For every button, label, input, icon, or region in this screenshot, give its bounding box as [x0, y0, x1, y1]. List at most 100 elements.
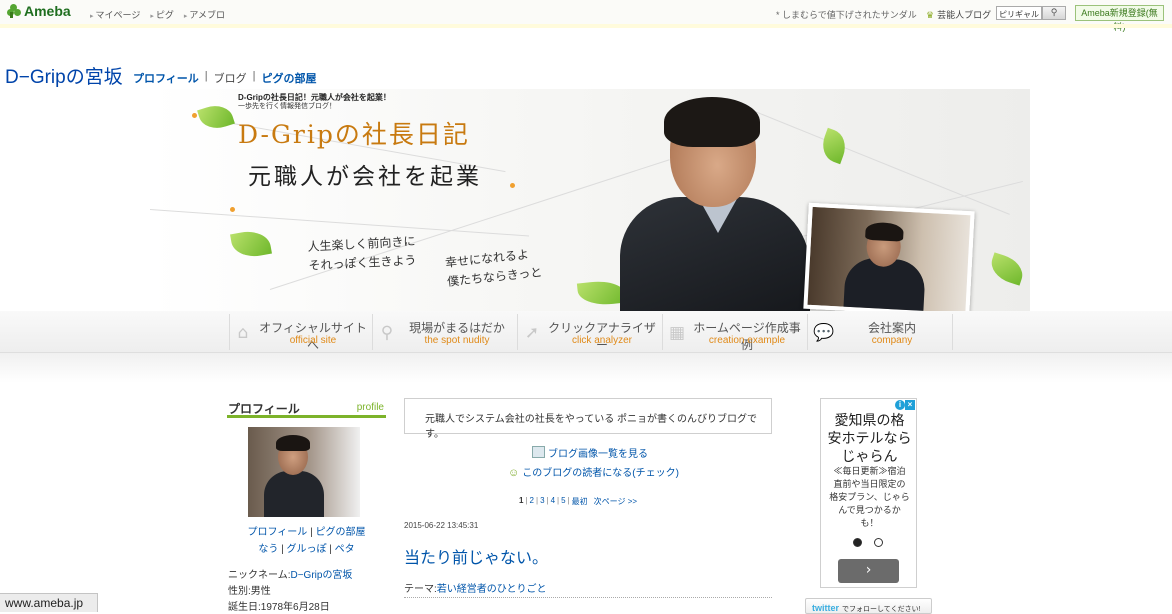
theme-label: テーマ:: [404, 584, 437, 595]
become-reader-link[interactable]: このブログの読者になる(チェック): [508, 464, 679, 479]
profile-heading-en: profile: [356, 402, 384, 413]
nav-item-sublabel: official site: [289, 335, 337, 346]
nickname-link[interactable]: D−Gripの宮坂: [290, 570, 352, 581]
header-notice[interactable]: * しまむらで値下げされたサンダル: [776, 8, 917, 21]
nickname-row: ニックネーム:D−Gripの宮坂: [228, 566, 352, 581]
blog-banner: D-Gripの社長日記！元職人が会社を起業！ 一歩先を行く情報発信ブログ！ D-…: [150, 89, 1030, 311]
nav-click-analyzer[interactable]: ➚ クリックアナライザー click analyzer: [519, 314, 663, 352]
separator: |: [204, 70, 208, 82]
ad-body-line2: 直前や当日限定の: [833, 479, 906, 489]
nav-item-sublabel: company: [871, 335, 913, 346]
nav-pig[interactable]: ピグ: [150, 8, 174, 21]
ad-next-button[interactable]: ›: [838, 559, 899, 583]
ameba-nav: マイページ ピグ アメブロ: [90, 8, 225, 21]
ameba-logo-text: Ameba: [24, 3, 71, 19]
profile-links-row1: プロフィール | ピグの部屋: [227, 523, 386, 538]
leaf-decoration: [817, 127, 851, 165]
ameba-header-bar: Ameba マイページ ピグ アメブロ * しまむらで値下げされたサンダル 芸能…: [0, 0, 1172, 32]
banner-handwriting-2: 幸せになれるよ 僕たちならきっと: [444, 244, 543, 292]
ad-body-line4: んで見つかるか: [838, 505, 901, 515]
ad-headline-line1: 愛知県の格: [834, 412, 905, 428]
banner-handwriting-1: 人生楽しく前向きに それっぽく生きよう: [307, 232, 417, 276]
blog-link[interactable]: ブログ: [214, 70, 247, 86]
ad-headline-line3: じゃらん: [841, 448, 898, 464]
search-icon: ⚲: [1050, 8, 1058, 18]
nav-mypage[interactable]: マイページ: [90, 8, 141, 21]
nav-creation-example[interactable]: ▦ ホームページ作成事例 creation example: [664, 314, 808, 352]
register-button[interactable]: Ameba新規登録(無料): [1075, 5, 1164, 32]
banner-tagline-sub: 一歩先を行く情報発信ブログ！: [238, 103, 336, 110]
carousel-dot-active[interactable]: [853, 538, 862, 547]
nav-ameblo[interactable]: アメブロ: [184, 8, 225, 21]
grid-icon: ▦: [668, 323, 686, 343]
page-next[interactable]: 次ページ >>: [594, 496, 637, 507]
ad-close-icon[interactable]: ×: [905, 400, 915, 410]
celebrity-blog-link[interactable]: 芸能人ブログ: [926, 8, 991, 21]
post-theme: テーマ:若い経営者のひとりごと: [404, 580, 772, 598]
home-icon: ⌂: [237, 323, 249, 343]
nav-item-sublabel: the spot nudity: [424, 335, 490, 346]
profile-links-row2: なう | グルっぽ | ペタ: [227, 540, 386, 555]
ad-headline: 愛知県の格 安ホテルなら じゃらん: [821, 411, 918, 465]
page-1: 1: [519, 496, 524, 505]
banner-title: D-Gripの社長日記: [238, 120, 470, 149]
leaf-decoration: [987, 252, 1027, 286]
nav-item-sublabel: click analyzer: [571, 335, 633, 346]
gender-row: 性別:男性: [228, 586, 271, 597]
carousel-dot[interactable]: [874, 538, 883, 547]
page-5[interactable]: 5: [561, 496, 565, 507]
nav-spot-nudity[interactable]: ⚲ 現場がまるはだか the spot nudity: [374, 314, 518, 350]
ad-body-line3: 格安プラン、じゃら: [829, 492, 910, 502]
profile-heading: プロフィール profile: [227, 400, 386, 418]
pig-room-link[interactable]: ピグの部屋: [315, 527, 365, 538]
post-date: 2015-06-22 13:45:31: [404, 521, 479, 530]
pagination: 1 | 2 | 3 | 4 | 5 | 最初 次ページ >>: [519, 496, 638, 507]
theme-link[interactable]: 若い経営者のひとりごと: [437, 584, 547, 595]
browser-status-bar: www.ameba.jp: [0, 593, 98, 612]
profile-link[interactable]: プロフィール: [133, 70, 199, 86]
ad-body-line1: ≪毎日更新≫宿泊: [833, 466, 906, 476]
ameba-logo[interactable]: Ameba: [7, 3, 71, 19]
blog-header-links: プロフィール | ブログ | ピグの部屋: [133, 70, 317, 86]
profile-link[interactable]: プロフィール: [248, 527, 308, 538]
nav-item-label: 会社案内: [867, 321, 916, 335]
leaf-decoration: [230, 227, 272, 261]
banner-subtitle: 元職人が会社を起業: [248, 164, 482, 190]
pig-room-link[interactable]: ピグの部屋: [262, 70, 317, 86]
blog-description: 元職人でシステム会社の社長をやっている ポニョが書くのんびりブログです。: [404, 398, 772, 440]
nav-item-sublabel: creation example: [708, 335, 786, 346]
speech-bubble-icon: 💬: [813, 323, 835, 343]
nav-official-site[interactable]: ⌂ オフィシャルサイトへ official site: [229, 314, 373, 352]
ad-body-line5: も！: [860, 518, 879, 528]
avatar[interactable]: [248, 427, 360, 517]
nav-item-label: 現場がまるはだか: [409, 321, 505, 335]
leaf-decoration: [197, 100, 235, 134]
page-last[interactable]: 最初: [572, 496, 588, 507]
page-2[interactable]: 2: [530, 496, 534, 507]
now-link[interactable]: なう: [258, 544, 278, 555]
ad-headline-line2: 安ホテルなら: [827, 430, 912, 446]
banner-polaroid-photo: [803, 202, 975, 311]
clover-icon: [7, 4, 21, 18]
ad-info-icon[interactable]: i: [895, 400, 905, 410]
nickname-label: ニックネーム:: [228, 570, 291, 581]
image-list-link[interactable]: ブログ画像一覧を見る: [532, 445, 648, 460]
banner-person-photo: [620, 97, 810, 311]
separator: |: [252, 70, 256, 82]
nav-company[interactable]: 💬 会社案内 company: [809, 314, 953, 350]
birthday-row: 誕生日:1978年6月28日: [228, 602, 330, 613]
ad-banner[interactable]: i × 愛知県の格 安ホテルなら じゃらん ≪毎日更新≫宿泊 直前や当日限定の …: [820, 398, 917, 588]
post-title[interactable]: 当たり前じゃない。: [404, 544, 548, 568]
peta-link[interactable]: ペタ: [335, 544, 355, 555]
nav-shadow-strip: [0, 353, 1172, 383]
magnifier-icon: ⚲: [380, 323, 394, 343]
cursor-icon: ➚: [524, 323, 540, 343]
page-4[interactable]: 4: [551, 496, 555, 507]
blog-title[interactable]: D−Gripの宮坂: [5, 62, 123, 89]
search-button[interactable]: ⚲: [1042, 6, 1066, 20]
search-input[interactable]: ピリギャル: [996, 6, 1042, 20]
profile-heading-jp: プロフィール: [228, 402, 300, 416]
ad-carousel-dots: [853, 538, 883, 547]
group-link[interactable]: グルっぽ: [287, 544, 327, 555]
page-3[interactable]: 3: [540, 496, 544, 507]
